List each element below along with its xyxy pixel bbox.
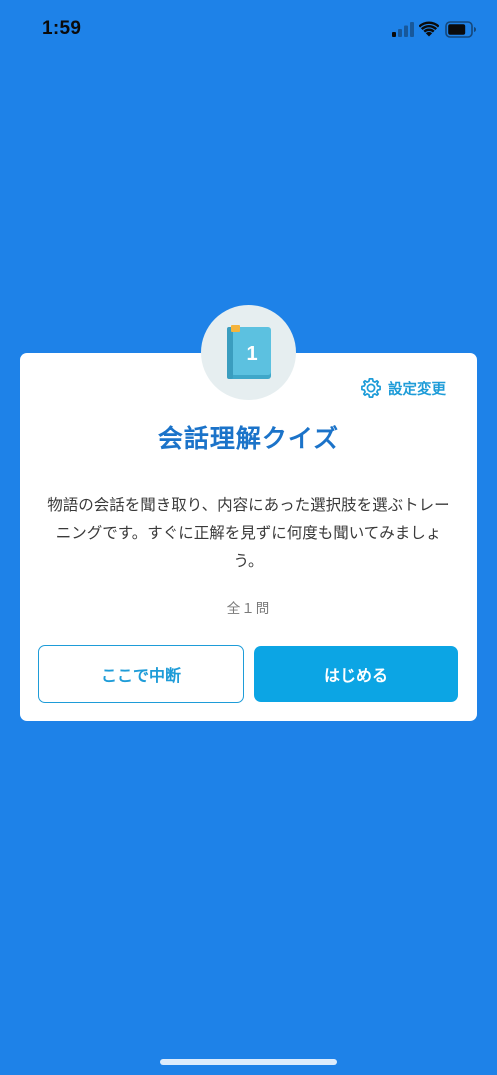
book-badge: 1 [201,305,296,400]
home-indicator[interactable] [160,1059,337,1065]
book-icon: 1 [227,325,271,379]
gear-icon [361,378,381,398]
settings-button[interactable]: 設定変更 [359,375,446,401]
quiz-intro-dialog: 設定変更 会話理解クイズ 物語の会話を聞き取り、内容にあった選択肢を選ぶトレーニ… [20,353,477,721]
question-count: 全１問 [226,601,271,617]
status-time: 1:59 [42,18,82,39]
book-number: 1 [246,343,257,365]
pause-button[interactable]: ここで中断 [38,645,244,703]
battery-icon [445,21,476,38]
wifi-icon [419,21,439,37]
settings-label: 設定変更 [388,381,446,398]
quiz-title: 会話理解クイズ [157,424,340,453]
quiz-description: 物語の会話を聞き取り、内容にあった選択肢を選ぶトレーニングです。すぐに正解を見ず… [47,496,450,570]
signal-icon [392,22,414,37]
start-button[interactable]: はじめる [254,646,458,702]
status-bar: 1:59 [0,0,497,60]
